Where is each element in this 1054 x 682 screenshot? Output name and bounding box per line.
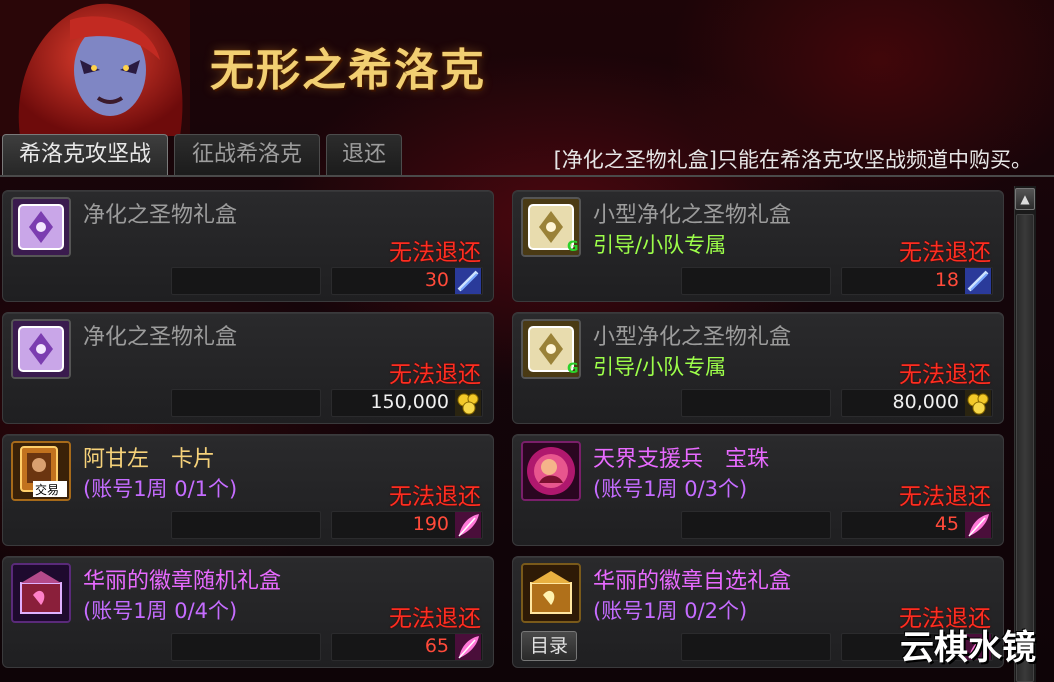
item-name: 华丽的徽章随机礼盒 [83, 569, 282, 594]
empty-slot [681, 267, 831, 295]
item-name: 华丽的徽章自选礼盒 [593, 569, 792, 594]
item-name: 阿甘左 卡片 [83, 447, 216, 472]
item-name: 小型净化之圣物礼盒 [593, 203, 792, 228]
item-subtext: (账号1周 0/2个) [593, 599, 748, 623]
scrollbar-thumb[interactable] [1016, 214, 1034, 682]
item-price: 150,000 [370, 391, 449, 413]
feather-icon [965, 512, 991, 538]
no-refund-label: 无法退还 [389, 484, 481, 510]
no-refund-label: 无法退还 [899, 484, 991, 510]
feather-icon [455, 512, 481, 538]
item-name: 天界支援兵 宝珠 [593, 447, 770, 472]
shop-item[interactable]: 净化之圣物礼盒 无法退还 30 [2, 190, 494, 302]
scroll-up-button[interactable]: ▲ [1015, 188, 1035, 210]
tab-refund[interactable]: 退还 [326, 134, 402, 176]
no-refund-label: 无法退还 [389, 606, 481, 632]
item-subtext: 引导/小队专属 [593, 355, 727, 379]
no-refund-label: 无法退还 [389, 240, 481, 266]
item-subtext: (账号1周 0/3个) [593, 477, 748, 501]
no-refund-label: 无法退还 [899, 362, 991, 388]
item-price: 30 [424, 269, 449, 291]
shop-item[interactable]: 天界支援兵 宝珠 (账号1周 0/3个) 无法退还 45 [512, 434, 1004, 546]
tab-divider [0, 175, 1054, 177]
item-name: 小型净化之圣物礼盒 [593, 325, 792, 350]
card-icon: 交易 [11, 441, 71, 501]
shop-item-list: 净化之圣物礼盒 无法退还 30 G 小型净化之圣物礼盒 引导/小队专属 无法退还… [0, 186, 1010, 682]
shop-item[interactable]: 交易 阿甘左 卡片 (账号1周 0/1个) 无法退还 190 [2, 434, 494, 546]
svg-text:G: G [567, 239, 579, 255]
gold-coin-icon [455, 390, 481, 416]
item-subtext: (账号1周 0/1个) [83, 477, 238, 501]
catalog-button[interactable]: 目录 [521, 631, 577, 661]
crystal-icon [455, 268, 481, 294]
no-refund-label: 无法退还 [899, 240, 991, 266]
item-price: 45 [934, 513, 959, 535]
shop-item[interactable]: G 小型净化之圣物礼盒 引导/小队专属 无法退还 18 [512, 190, 1004, 302]
crystal-icon [965, 268, 991, 294]
emblem-box-random-icon [11, 563, 71, 623]
holy-box-gold-icon: G [521, 197, 581, 257]
shop-item[interactable]: G 小型净化之圣物礼盒 引导/小队专属 无法退还 80,000 [512, 312, 1004, 424]
holy-box-purple-icon [11, 319, 71, 379]
shop-item[interactable]: 华丽的徽章随机礼盒 (账号1周 0/4个) 无法退还 65 [2, 556, 494, 668]
empty-slot [681, 389, 831, 417]
item-name: 净化之圣物礼盒 [83, 325, 238, 350]
npc-portrait [0, 0, 190, 136]
item-price: 65 [424, 635, 449, 657]
tab-xilok-conquest[interactable]: 征战希洛克 [174, 134, 320, 176]
item-name: 净化之圣物礼盒 [83, 203, 238, 228]
holy-box-purple-icon [11, 197, 71, 257]
item-subtext: 引导/小队专属 [593, 233, 727, 257]
item-subtext: (账号1周 0/4个) [83, 599, 238, 623]
shop-item[interactable]: 净化之圣物礼盒 无法退还 150,000 [2, 312, 494, 424]
no-refund-label: 无法退还 [389, 362, 481, 388]
empty-slot [681, 511, 831, 539]
empty-slot [681, 633, 831, 661]
emblem-box-select-icon [521, 563, 581, 623]
empty-slot [171, 633, 321, 661]
empty-slot [171, 267, 321, 295]
item-price: 80,000 [892, 391, 959, 413]
tab-xilok-assault[interactable]: 希洛克攻坚战 [2, 134, 168, 176]
gold-coin-icon [965, 390, 991, 416]
svg-text:G: G [567, 361, 579, 377]
empty-slot [171, 389, 321, 417]
item-price: 190 [412, 513, 449, 535]
page-title: 无形之希洛克 [210, 45, 486, 96]
feather-icon [455, 634, 481, 660]
holy-box-gold-icon: G [521, 319, 581, 379]
card-trade-badge: 交易 [35, 482, 59, 497]
watermark: 云棋水镜 [900, 628, 1036, 668]
orb-icon [521, 441, 581, 501]
purchase-notice: [净化之圣物礼盒]只能在希洛克攻坚战频道中购买。 [553, 148, 1032, 172]
empty-slot [171, 511, 321, 539]
item-price: 18 [934, 269, 959, 291]
